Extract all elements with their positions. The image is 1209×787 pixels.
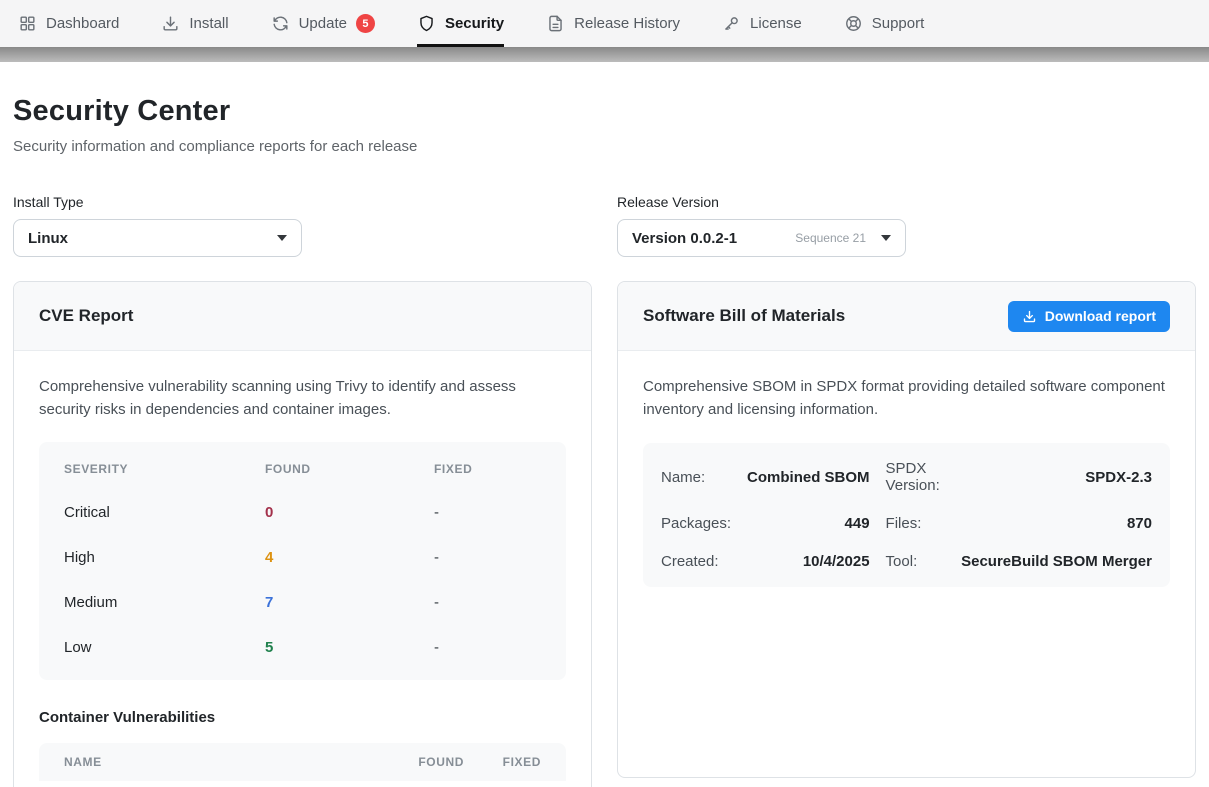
- found-count: 5: [265, 639, 434, 656]
- release-version-select[interactable]: Version 0.0.2-1 Sequence 21: [617, 219, 906, 257]
- update-count-badge: 5: [356, 14, 375, 33]
- table-row: Medium 7 -: [64, 594, 541, 611]
- fixed-count: -: [434, 504, 541, 521]
- download-report-button[interactable]: Download report: [1008, 301, 1170, 332]
- fixed-col-header: FIXED: [486, 755, 541, 769]
- chevron-down-icon: [277, 235, 287, 241]
- refresh-icon: [271, 14, 290, 33]
- dashboard-grid-icon: [18, 14, 37, 33]
- fixed-count: -: [434, 549, 541, 566]
- install-type-label: Install Type: [13, 194, 592, 210]
- sbom-detail-value: SecureBuild SBOM Merger: [961, 553, 1152, 570]
- cve-report-card: CVE Report Comprehensive vulnerability s…: [13, 281, 592, 787]
- container-vulnerabilities-table-header: NAME FOUND FIXED: [39, 743, 566, 781]
- file-document-icon: [546, 14, 565, 33]
- shield-icon: [417, 14, 436, 33]
- table-row: Critical 0 -: [64, 504, 541, 521]
- install-type-select[interactable]: Linux: [13, 219, 302, 257]
- table-row: Low 5 -: [64, 639, 541, 656]
- sbom-detail-value: 10/4/2025: [747, 553, 870, 570]
- nav-label: Update: [299, 15, 347, 32]
- nav-item-license[interactable]: License: [722, 0, 802, 47]
- nav-label: Release History: [574, 15, 680, 32]
- sbom-card-header: Software Bill of Materials Download repo…: [618, 282, 1195, 351]
- found-count: 0: [265, 504, 434, 521]
- install-type-value: Linux: [28, 230, 269, 247]
- nav-label: Support: [872, 15, 925, 32]
- sbom-details-panel: Name: Combined SBOM SPDX Version: SPDX-2…: [643, 443, 1170, 587]
- download-report-label: Download report: [1045, 308, 1156, 324]
- sbom-detail-value: Combined SBOM: [747, 469, 870, 486]
- page-title: Security Center: [13, 95, 1196, 128]
- severity-col-header: SEVERITY: [64, 462, 265, 476]
- sbom-detail-label: SPDX Version:: [886, 460, 946, 494]
- nav-item-support[interactable]: Support: [844, 0, 925, 47]
- lifebuoy-icon: [844, 14, 863, 33]
- nav-item-dashboard[interactable]: Dashboard: [18, 0, 119, 47]
- cve-card-title: CVE Report: [39, 306, 133, 326]
- nav-label: License: [750, 15, 802, 32]
- nav-item-install[interactable]: Install: [161, 0, 228, 47]
- release-sequence-label: Sequence 21: [795, 231, 866, 245]
- cve-description: Comprehensive vulnerability scanning usi…: [39, 376, 566, 421]
- sbom-detail-label: Files:: [886, 515, 946, 532]
- found-col-header: FOUND: [265, 462, 434, 476]
- main-content: Security Center Security information and…: [0, 95, 1209, 787]
- release-version-filter: Release Version Version 0.0.2-1 Sequence…: [617, 194, 1196, 257]
- card-spacer: [39, 781, 566, 787]
- severity-label: Low: [64, 639, 265, 656]
- page-subtitle: Security information and compliance repo…: [13, 138, 1196, 155]
- sbom-detail-label: Packages:: [661, 515, 731, 532]
- nav-item-security[interactable]: Security: [417, 0, 504, 47]
- nav-bottom-shadow: [0, 47, 1209, 62]
- severity-label: Medium: [64, 594, 265, 611]
- severity-table-header: SEVERITY FOUND FIXED: [64, 462, 541, 476]
- filters-row: Install Type Linux Release Version Versi…: [13, 194, 1196, 257]
- sbom-detail-value: 449: [747, 515, 870, 532]
- severity-table: SEVERITY FOUND FIXED Critical 0 - High 4…: [39, 442, 566, 680]
- nav-item-release-history[interactable]: Release History: [546, 0, 680, 47]
- key-icon: [722, 14, 741, 33]
- sbom-card: Software Bill of Materials Download repo…: [617, 281, 1196, 778]
- sbom-detail-label: Name:: [661, 469, 731, 486]
- release-version-label: Release Version: [617, 194, 1196, 210]
- sbom-detail-label: Created:: [661, 553, 731, 570]
- sbom-card-title: Software Bill of Materials: [643, 306, 845, 326]
- nav-label: Security: [445, 15, 504, 32]
- found-count: 7: [265, 594, 434, 611]
- release-version-value: Version 0.0.2-1: [632, 230, 787, 247]
- container-vulnerabilities-title: Container Vulnerabilities: [39, 709, 566, 726]
- sbom-detail-label: Tool:: [886, 553, 946, 570]
- sbom-detail-value: 870: [961, 515, 1152, 532]
- severity-label: Critical: [64, 504, 265, 521]
- chevron-down-icon: [881, 235, 891, 241]
- found-count: 4: [265, 549, 434, 566]
- table-row: High 4 -: [64, 549, 541, 566]
- download-icon: [161, 14, 180, 33]
- sbom-description: Comprehensive SBOM in SPDX format provid…: [643, 376, 1170, 421]
- sbom-detail-value: SPDX-2.3: [961, 469, 1152, 486]
- fixed-col-header: FIXED: [434, 462, 541, 476]
- cve-card-body: Comprehensive vulnerability scanning usi…: [14, 351, 591, 787]
- top-navigation: Dashboard Install Update 5 Security Rele…: [0, 0, 1209, 47]
- sbom-card-body: Comprehensive SBOM in SPDX format provid…: [618, 351, 1195, 612]
- nav-label: Dashboard: [46, 15, 119, 32]
- severity-label: High: [64, 549, 265, 566]
- report-cards: CVE Report Comprehensive vulnerability s…: [13, 281, 1196, 787]
- nav-label: Install: [189, 15, 228, 32]
- download-icon: [1022, 309, 1037, 324]
- name-col-header: NAME: [64, 755, 380, 769]
- nav-item-update[interactable]: Update 5: [271, 0, 375, 47]
- found-col-header: FOUND: [402, 755, 464, 769]
- cve-card-header: CVE Report: [14, 282, 591, 351]
- fixed-count: -: [434, 594, 541, 611]
- install-type-filter: Install Type Linux: [13, 194, 592, 257]
- fixed-count: -: [434, 639, 541, 656]
